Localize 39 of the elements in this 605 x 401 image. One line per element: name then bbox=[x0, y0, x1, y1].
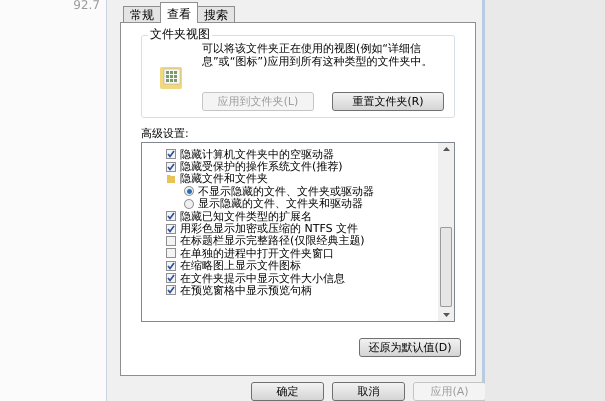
checkbox[interactable] bbox=[166, 273, 176, 284]
option-label: 在单独的进程中打开文件夹窗口 bbox=[180, 248, 334, 259]
option-label: 隐藏受保护的操作系统文件(推荐) bbox=[180, 161, 343, 172]
checkbox[interactable] bbox=[166, 211, 176, 222]
description-text: 可以将该文件夹正在使用的视图(例如“详细信息”或“图标”)应用到所有这种类型的文件夹中。 bbox=[202, 42, 434, 68]
checkbox[interactable] bbox=[166, 260, 176, 271]
scroll-thumb[interactable] bbox=[440, 227, 452, 307]
option-label: 用彩色显示加密或压缩的 NTFS 文件 bbox=[180, 223, 358, 234]
dialog-button[interactable]: 取消 bbox=[332, 382, 405, 401]
background-number: 92.7 bbox=[73, 0, 100, 14]
option-label: 隐藏计算机文件夹中的空驱动器 bbox=[180, 148, 334, 160]
radio-button[interactable] bbox=[184, 198, 194, 209]
scroll-down-icon[interactable] bbox=[442, 313, 450, 317]
tab[interactable]: 常规 bbox=[123, 6, 161, 23]
option-label: 在标题栏显示完整路径(仅限经典主题) bbox=[180, 235, 365, 246]
tab[interactable]: 搜索 bbox=[197, 6, 235, 23]
scrollbar[interactable] bbox=[438, 143, 454, 321]
checkbox[interactable] bbox=[166, 236, 176, 246]
dialog-button[interactable]: 重置文件夹(R) bbox=[332, 92, 444, 111]
option-label: 在缩略图上显示文件图标 bbox=[180, 260, 301, 272]
checkbox[interactable] bbox=[166, 162, 176, 172]
option-label: 显示隐藏的文件、文件夹和驱动器 bbox=[198, 198, 363, 210]
radio-button[interactable] bbox=[184, 186, 194, 196]
group-title: 文件夹视图 bbox=[148, 28, 212, 40]
option-label: 不显示隐藏的文件、文件夹或驱动器 bbox=[198, 186, 374, 197]
folder-icon bbox=[166, 174, 176, 184]
checkbox[interactable] bbox=[166, 248, 176, 258]
option-label: 在文件夹提示中显示文件大小信息 bbox=[180, 272, 345, 284]
folder-label: 隐藏文件和文件夹 bbox=[180, 173, 268, 184]
checkbox[interactable] bbox=[166, 224, 176, 234]
option-label: 在预览窗格中显示预览句柄 bbox=[180, 284, 312, 296]
checkbox[interactable] bbox=[166, 285, 176, 296]
dialog-button[interactable]: 确定 bbox=[251, 382, 324, 401]
option-label: 隐藏已知文件类型的扩展名 bbox=[180, 210, 312, 222]
scroll-up-icon[interactable] bbox=[442, 147, 450, 151]
tab[interactable]: 查看 bbox=[160, 2, 198, 23]
dialog-button[interactable]: 还原为默认值(D) bbox=[359, 338, 461, 357]
checkbox[interactable] bbox=[166, 149, 176, 160]
section-label: 高级设置: bbox=[141, 128, 190, 139]
